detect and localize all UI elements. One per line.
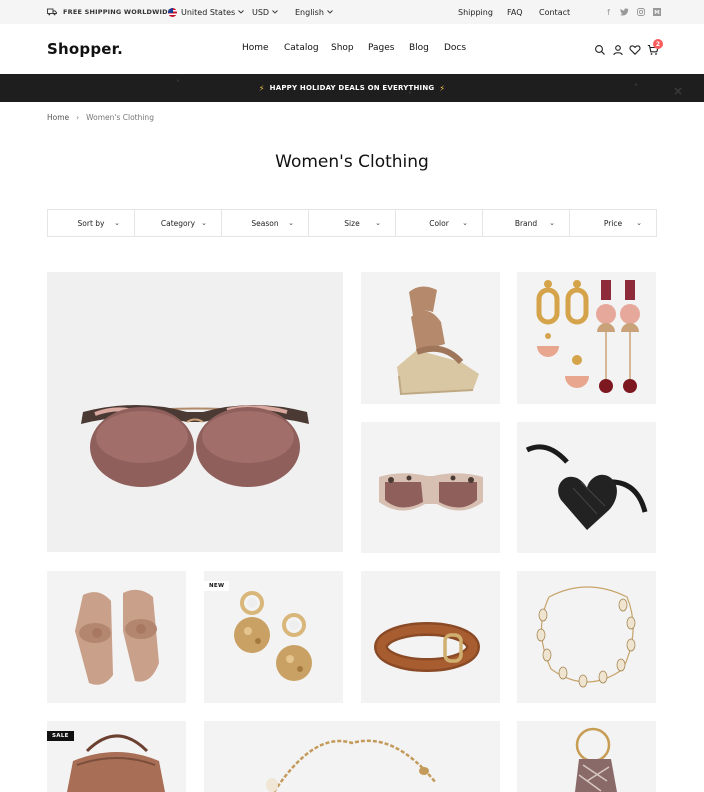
filter-season[interactable]: Season ⌄	[222, 210, 309, 236]
product-card-heart-belt-bag[interactable]	[517, 422, 656, 553]
breadcrumb: Home › Women's Clothing	[47, 113, 154, 122]
product-image	[266, 739, 437, 792]
filter-bar: Sort by ⌄ Category ⌄ Season ⌄ Size ⌄ Color ⌄ …	[47, 209, 657, 237]
chevron-down-icon: ⌄	[636, 219, 642, 227]
topbar-link-contact[interactable]: Contact	[539, 0, 570, 24]
product-card-knot-sandals[interactable]	[47, 571, 186, 703]
instagram-icon[interactable]	[636, 8, 645, 17]
main-header: Shopper. Home Catalog Shop Pages Blog Do…	[0, 24, 704, 74]
currency-label: USD	[252, 7, 270, 17]
product-image	[525, 444, 648, 530]
medium-icon[interactable]: M	[652, 8, 661, 17]
product-image	[536, 586, 636, 688]
language-label: English	[295, 7, 324, 17]
product-image	[397, 286, 479, 396]
lightning-icon: ⚡	[258, 83, 265, 93]
logo[interactable]: Shopper.	[47, 40, 123, 58]
lightning-icon: ⚡	[439, 83, 446, 93]
twitter-icon[interactable]	[620, 8, 629, 17]
product-image	[536, 280, 640, 393]
snowflake-decoration: ·	[176, 76, 180, 87]
chevron-down-icon	[238, 10, 244, 14]
us-flag-icon	[168, 7, 177, 17]
snowflake-decoration: ·	[408, 88, 412, 99]
chevron-down-icon: ⌄	[549, 219, 555, 227]
chevron-down-icon	[272, 10, 278, 14]
breadcrumb-current: Women's Clothing	[86, 113, 154, 122]
country-label: United States	[181, 7, 236, 17]
chevron-down-icon	[327, 10, 333, 14]
product-card-wedge-sandal[interactable]	[361, 272, 500, 404]
currency-selector[interactable]: USD	[252, 0, 278, 24]
social-links: f M	[597, 0, 661, 24]
filter-brand[interactable]: Brand ⌄	[483, 210, 570, 236]
truck-icon	[47, 8, 57, 16]
shipping-notice: FREE SHIPPING WORLDWIDE	[47, 0, 172, 24]
promo-banner: · · · × ⚡ HAPPY HOLIDAY DEALS ON EVERYTH…	[0, 74, 704, 102]
product-image	[374, 622, 480, 672]
product-card-bucket-bag[interactable]: SALE	[47, 721, 186, 792]
svg-text:M: M	[654, 10, 659, 16]
filter-price[interactable]: Price ⌄	[570, 210, 656, 236]
user-icon[interactable]	[612, 44, 624, 56]
filter-color[interactable]: Color ⌄	[396, 210, 483, 236]
heart-icon[interactable]	[629, 44, 641, 56]
language-selector[interactable]: English	[295, 0, 333, 24]
nav-pages[interactable]: Pages	[368, 43, 394, 53]
top-utility-bar: FREE SHIPPING WORLDWIDE United States US…	[0, 0, 704, 24]
topbar-link-shipping[interactable]: Shipping	[458, 0, 493, 24]
product-image	[75, 589, 159, 685]
snowflake-decoration: ×	[673, 84, 684, 98]
nav-catalog[interactable]: Catalog	[284, 43, 319, 53]
nav-shop[interactable]: Shop	[331, 43, 354, 53]
product-card-ring-handle-bag[interactable]	[517, 721, 656, 792]
chevron-right-icon: ›	[76, 113, 80, 122]
product-card-leather-belt[interactable]	[361, 571, 500, 703]
product-card-drop-earrings-set[interactable]	[517, 272, 656, 404]
page-title: Women's Clothing	[275, 152, 429, 172]
country-selector[interactable]: United States	[168, 0, 244, 24]
product-image	[81, 405, 309, 487]
nav-blog[interactable]: Blog	[409, 43, 429, 53]
chevron-down-icon: ⌄	[288, 219, 294, 227]
badge-new: NEW	[204, 581, 230, 591]
cart-count-badge: 2	[653, 39, 663, 49]
filter-size[interactable]: Size ⌄	[309, 210, 396, 236]
chevron-down-icon: ⌄	[201, 219, 207, 227]
product-card-shell-necklace[interactable]	[517, 571, 656, 703]
badge-sale: SALE	[47, 731, 74, 741]
chevron-down-icon: ⌄	[114, 219, 120, 227]
product-card-chain-necklace[interactable]	[204, 721, 500, 792]
nav-docs[interactable]: Docs	[444, 43, 466, 53]
product-card-sunglasses-tortoise[interactable]	[361, 422, 500, 553]
filter-sort-by[interactable]: Sort by ⌄	[48, 210, 135, 236]
search-icon[interactable]	[594, 44, 606, 56]
topbar-link-faq[interactable]: FAQ	[507, 0, 523, 24]
product-card-hammered-earrings[interactable]: NEW	[204, 571, 343, 703]
chevron-down-icon: ⌄	[375, 219, 381, 227]
chevron-down-icon: ⌄	[462, 219, 468, 227]
shipping-text: FREE SHIPPING WORLDWIDE	[63, 8, 173, 16]
filter-category[interactable]: Category ⌄	[135, 210, 222, 236]
facebook-icon[interactable]: f	[604, 8, 613, 17]
product-image	[379, 473, 483, 511]
product-image	[575, 727, 617, 792]
product-card-sunglasses-clubmaster[interactable]	[47, 272, 343, 552]
nav-home[interactable]: Home	[242, 43, 269, 53]
snowflake-decoration: ·	[634, 80, 638, 91]
breadcrumb-home[interactable]: Home	[47, 113, 69, 122]
